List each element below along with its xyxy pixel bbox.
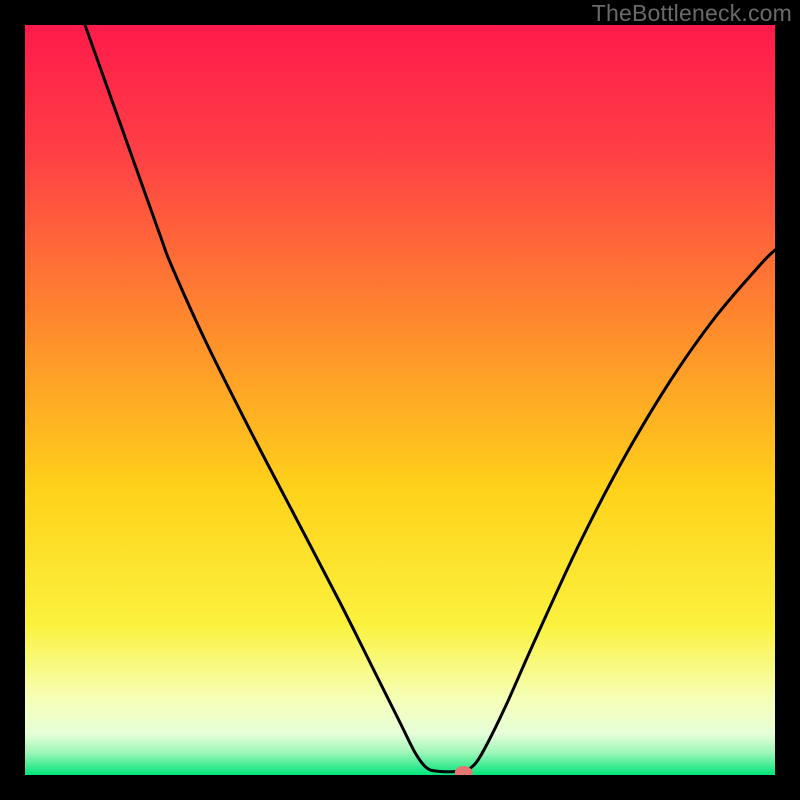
- chart-svg: [25, 25, 775, 775]
- gradient-background: [25, 25, 775, 775]
- watermark-text: TheBottleneck.com: [592, 0, 792, 27]
- plot-area: [25, 25, 775, 775]
- chart-frame: TheBottleneck.com: [0, 0, 800, 800]
